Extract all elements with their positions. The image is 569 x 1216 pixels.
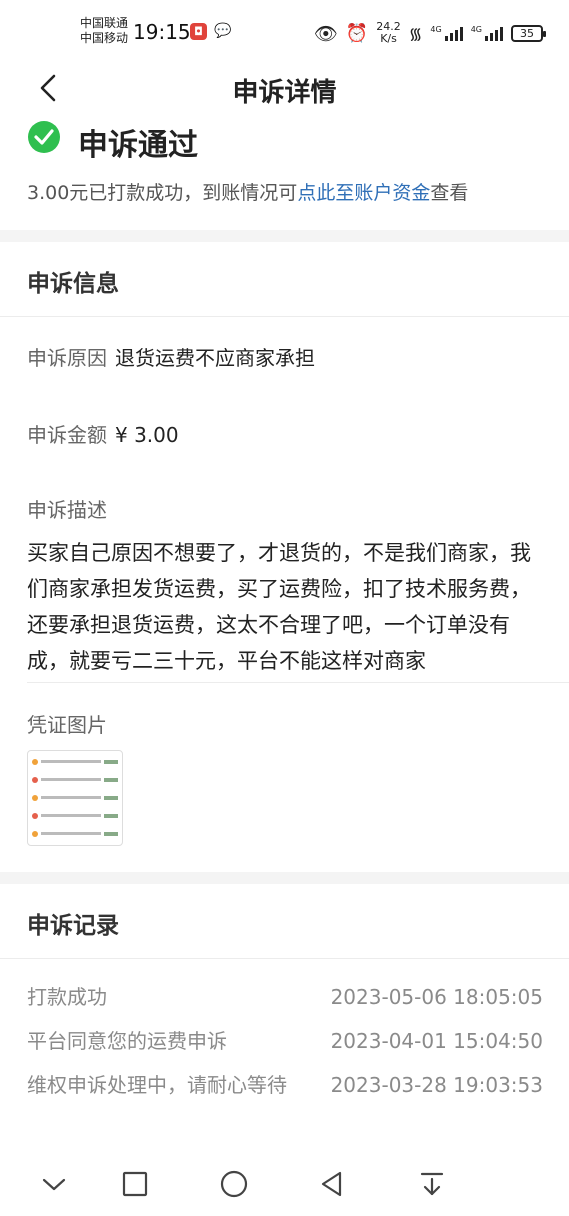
divider bbox=[0, 316, 569, 317]
page-title: 申诉详情 bbox=[232, 78, 337, 108]
signal-icon: 4G bbox=[430, 25, 463, 41]
appeal-info-section: 申诉信息 申诉原因 退货运费不应商家承担 申诉金额 ¥ 3.00 申诉描述 买家自己… bbox=[0, 242, 569, 872]
carrier-info: 中国联通 中国移动 bbox=[80, 16, 128, 46]
amount-row: 申诉金额 ¥ 3.00 bbox=[27, 419, 179, 448]
battery-icon: 35 bbox=[511, 24, 546, 42]
message-prefix: 3.00元已打款成功，到账情况可 bbox=[27, 182, 298, 204]
reason-label: 申诉原因 bbox=[27, 346, 107, 370]
system-navigation-bar bbox=[0, 1150, 569, 1216]
wechat-icon: 💬 bbox=[214, 23, 232, 39]
record-label: 平台同意您的运费申诉 bbox=[27, 1029, 227, 1053]
speed-unit: K/s bbox=[380, 32, 397, 45]
section-title: 申诉记录 bbox=[27, 913, 119, 939]
square-icon[interactable] bbox=[117, 1166, 153, 1202]
reason-row: 申诉原因 退货运费不应商家承担 bbox=[27, 342, 315, 371]
status-title: 申诉通过 bbox=[78, 128, 198, 163]
appeal-status-card: 申诉通过 3.00元已打款成功，到账情况可点此至账户资金查看 bbox=[0, 120, 569, 230]
record-time: 2023-03-28 19:03:53 bbox=[330, 1073, 543, 1097]
alarm-icon: ⏰ bbox=[345, 22, 369, 44]
payment-message: 3.00元已打款成功，到账情况可点此至账户资金查看 bbox=[27, 178, 468, 205]
nav-bar: 申诉详情 bbox=[0, 58, 569, 120]
record-label: 打款成功 bbox=[27, 985, 107, 1009]
description-label: 申诉描述 bbox=[27, 498, 107, 522]
section-gap bbox=[0, 230, 569, 242]
check-circle-icon bbox=[28, 121, 60, 153]
triangle-back-icon[interactable] bbox=[314, 1166, 350, 1202]
divider bbox=[0, 958, 569, 959]
network-type-2: 4G bbox=[470, 25, 482, 34]
status-indicators: 👁 ⏰ 24.2 K/s ᯾ 4G 4G 35 bbox=[313, 18, 546, 48]
carrier-2: 中国移动 bbox=[80, 31, 129, 45]
network-type-1: 4G bbox=[430, 25, 442, 34]
section-title: 申诉信息 bbox=[27, 271, 119, 297]
appeal-records-section: 申诉记录 打款成功 2023-05-06 18:05:05 平台同意您的运费申诉… bbox=[0, 884, 569, 1150]
section-gap bbox=[0, 872, 569, 884]
signal-icon: 4G bbox=[471, 25, 503, 41]
download-arrow-icon[interactable] bbox=[414, 1166, 450, 1202]
amount-label: 申诉金额 bbox=[27, 423, 107, 447]
reason-value: 退货运费不应商家承担 bbox=[115, 346, 315, 370]
network-speed: 24.2 K/s bbox=[376, 21, 401, 45]
carrier-1: 中国联通 bbox=[80, 16, 129, 30]
description-text: 买家自己原因不想要了，才退货的，不是我们商家，我们商家承担发货运费，买了运费险，… bbox=[27, 541, 531, 673]
evidence-image[interactable] bbox=[27, 750, 123, 846]
app-notification-icon: ◘ bbox=[190, 23, 207, 40]
amount-value: ¥ 3.00 bbox=[115, 423, 179, 447]
circle-icon[interactable] bbox=[216, 1166, 252, 1202]
clock: 19:15 bbox=[133, 20, 191, 44]
wifi-icon: ᯾ bbox=[408, 24, 423, 43]
divider bbox=[27, 682, 569, 683]
evidence-label: 凭证图片 bbox=[27, 713, 107, 737]
record-time: 2023-05-06 18:05:05 bbox=[330, 985, 543, 1009]
record-time: 2023-04-01 15:04:50 bbox=[330, 1029, 543, 1053]
account-funds-link[interactable]: 点此至账户资金 bbox=[297, 182, 430, 204]
message-suffix: 查看 bbox=[430, 182, 469, 204]
status-bar: 中国联通 中国移动 19:15 ◘ 💬 👁 ⏰ 24.2 K/s ᯾ 4G 4G… bbox=[0, 0, 569, 58]
record-label: 维权申诉处理中，请耐心等待 bbox=[27, 1073, 287, 1097]
chevron-down-icon[interactable] bbox=[36, 1166, 72, 1202]
eye-icon: 👁 bbox=[313, 22, 338, 45]
